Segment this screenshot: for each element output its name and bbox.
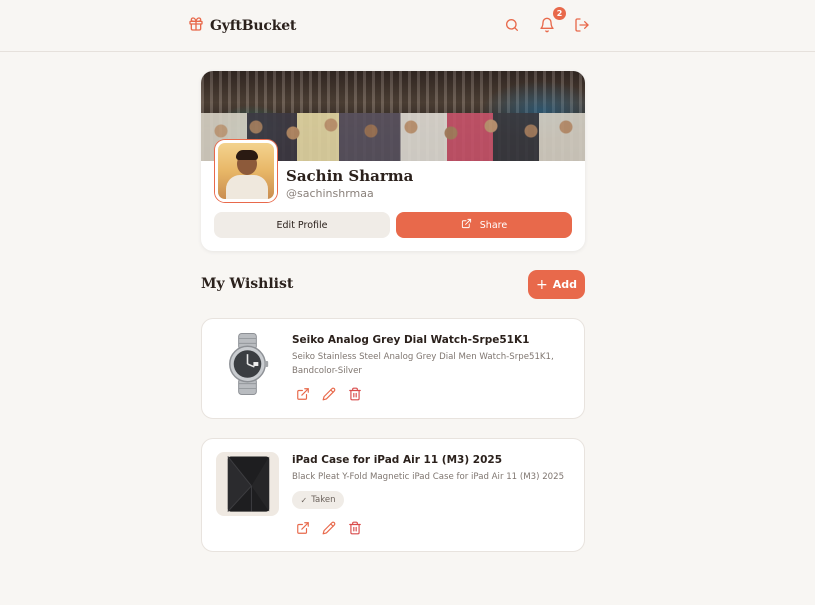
- item-description: Seiko Stainless Steel Analog Grey Dial M…: [292, 352, 554, 376]
- trash-icon[interactable]: [348, 387, 362, 401]
- trash-icon[interactable]: [348, 521, 362, 535]
- search-icon[interactable]: [504, 17, 520, 33]
- edit-icon[interactable]: [322, 521, 336, 535]
- item-actions: [296, 521, 362, 535]
- wishlist-title: My Wishlist: [201, 276, 294, 292]
- add-item-button[interactable]: + Add: [528, 270, 585, 299]
- profile-name: Sachin Sharma: [286, 167, 414, 185]
- app-name: GyftBucket: [210, 18, 297, 34]
- profile-username: @sachinshrmaa: [286, 187, 374, 200]
- gift-icon: [188, 16, 204, 36]
- watch-image: [216, 332, 279, 396]
- logo[interactable]: GyftBucket: [188, 16, 296, 36]
- profile-card: Sachin Sharma @sachinshrmaa Edit Profile…: [201, 71, 585, 251]
- external-link-icon: [461, 218, 480, 232]
- wishlist-item: Seiko Analog Grey Dial Watch-Srpe51K1 Se…: [201, 318, 585, 419]
- item-description: Black Pleat Y-Fold Magnetic iPad Case fo…: [292, 472, 565, 482]
- item-title: Seiko Analog Grey Dial Watch-Srpe51K1: [292, 334, 530, 346]
- top-bar: GyftBucket 2: [0, 0, 815, 52]
- plus-icon: +: [536, 276, 548, 293]
- item-title: iPad Case for iPad Air 11 (M3) 2025: [292, 454, 503, 466]
- avatar: [215, 140, 277, 202]
- edit-profile-button[interactable]: Edit Profile: [214, 212, 390, 238]
- notification-badge: 2: [553, 7, 566, 20]
- share-label: Share: [479, 219, 508, 231]
- wishlist-item: iPad Case for iPad Air 11 (M3) 2025 Blac…: [201, 438, 585, 552]
- check-icon: ✓: [300, 495, 308, 505]
- external-link-icon[interactable]: [296, 387, 310, 401]
- edit-icon[interactable]: [322, 387, 336, 401]
- item-actions: [296, 387, 362, 401]
- status-badge: ✓ Taken: [292, 491, 344, 509]
- external-link-icon[interactable]: [296, 521, 310, 535]
- edit-profile-label: Edit Profile: [276, 219, 328, 231]
- bell-icon[interactable]: [539, 17, 555, 33]
- ipad-case-image: [216, 452, 279, 516]
- share-button[interactable]: Share: [396, 212, 572, 238]
- logout-icon[interactable]: [574, 17, 590, 33]
- add-label: Add: [552, 278, 577, 291]
- status-label: Taken: [311, 495, 336, 505]
